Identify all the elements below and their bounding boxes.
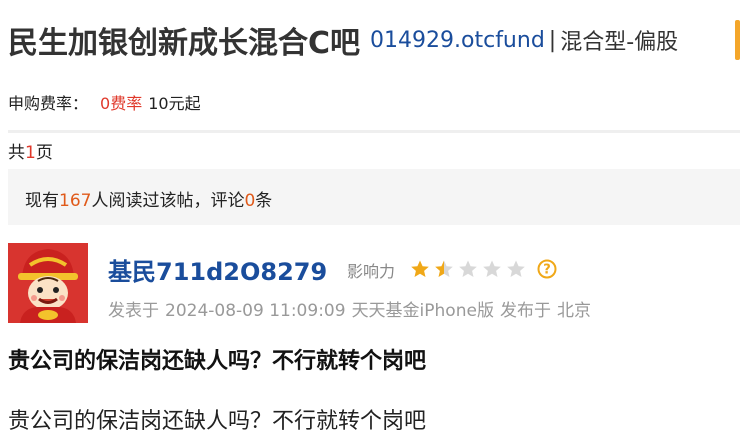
star-icon <box>435 260 453 277</box>
fee-min-amount: 10元起 <box>148 94 201 113</box>
question-mark-icon[interactable]: ? <box>537 259 557 279</box>
posted-prefix: 发表于 <box>108 301 159 321</box>
post-datetime: 2024-08-09 11:09:09 <box>165 301 346 321</box>
star-icon <box>459 260 477 277</box>
header-accent-edge <box>735 20 740 60</box>
pagination-prefix: 共 <box>8 143 25 163</box>
read-stats-text: 现有167人阅读过该帖，评论0条 <box>25 186 272 211</box>
read-stats-box: 现有167人阅读过该帖，评论0条 <box>8 169 740 225</box>
stats-prefix: 现有 <box>25 191 59 211</box>
bar-header: 民生加银创新成长混合C吧 014929.otcfund | 混合型-偏股 <box>8 18 740 66</box>
reader-count: 167 <box>59 191 92 211</box>
bar-title: 民生加银创新成长混合C吧 <box>8 26 361 61</box>
influence-label: 影响力 <box>347 262 396 281</box>
pagination-info: 共1页 <box>8 138 53 163</box>
svg-text:?: ? <box>543 263 551 278</box>
author-name-link[interactable]: 基民711d2O8279 <box>108 252 327 287</box>
fee-row: 申购费率： 0费率 10元起 <box>8 90 201 114</box>
stats-middle: 人阅读过该帖，评论 <box>91 191 245 211</box>
section-divider <box>8 130 740 133</box>
location-prefix: 发布于 <box>499 301 551 321</box>
pagination-suffix: 页 <box>35 143 53 163</box>
star-icon <box>507 260 525 277</box>
pagination-count: 1 <box>25 143 36 163</box>
post-meta: 发表于 2024-08-09 11:09:09 天天基金iPhone版 发布于 北京 <box>108 296 597 321</box>
influence-stars <box>410 259 530 279</box>
star-icon <box>411 260 429 277</box>
fee-label: 申购费率： <box>8 94 89 113</box>
stats-suffix: 条 <box>255 191 273 211</box>
header-separator: | <box>548 27 557 53</box>
post-title: 贵公司的保洁岗还缺人吗？不行就转个岗吧 <box>8 349 427 374</box>
comment-count: 0 <box>244 191 256 211</box>
question-mark-glyph: ? <box>537 259 557 279</box>
post-client: 天天基金iPhone版 <box>351 301 494 321</box>
fee-rate-value: 0 <box>100 94 111 113</box>
author-avatar[interactable] <box>8 243 88 323</box>
fortune-god-avatar-icon <box>8 243 88 323</box>
fee-rate-label: 费率 <box>110 94 143 113</box>
star-icon <box>483 260 501 277</box>
fund-type-label: 混合型-偏股 <box>560 30 679 55</box>
fund-code-link[interactable]: 014929.otcfund <box>370 28 545 53</box>
post-location: 北京 <box>556 301 591 321</box>
post-body: 贵公司的保洁岗还缺人吗？不行就转个岗吧 <box>8 409 427 434</box>
